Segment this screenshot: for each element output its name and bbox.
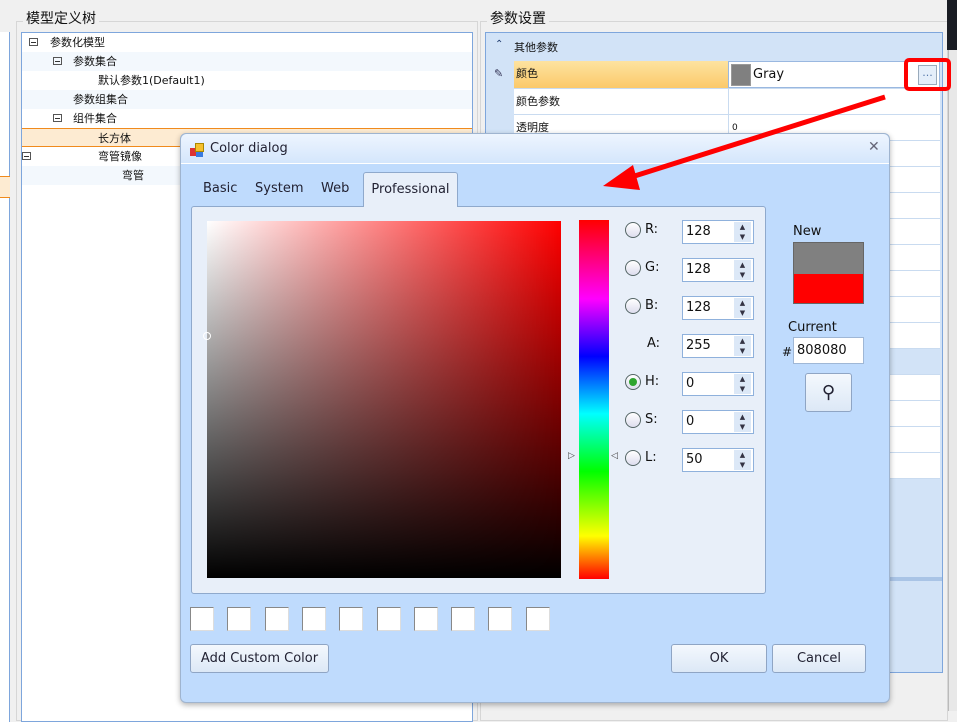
tab-professional[interactable]: Professional xyxy=(363,172,458,207)
red-annotation-arrow xyxy=(603,94,886,190)
